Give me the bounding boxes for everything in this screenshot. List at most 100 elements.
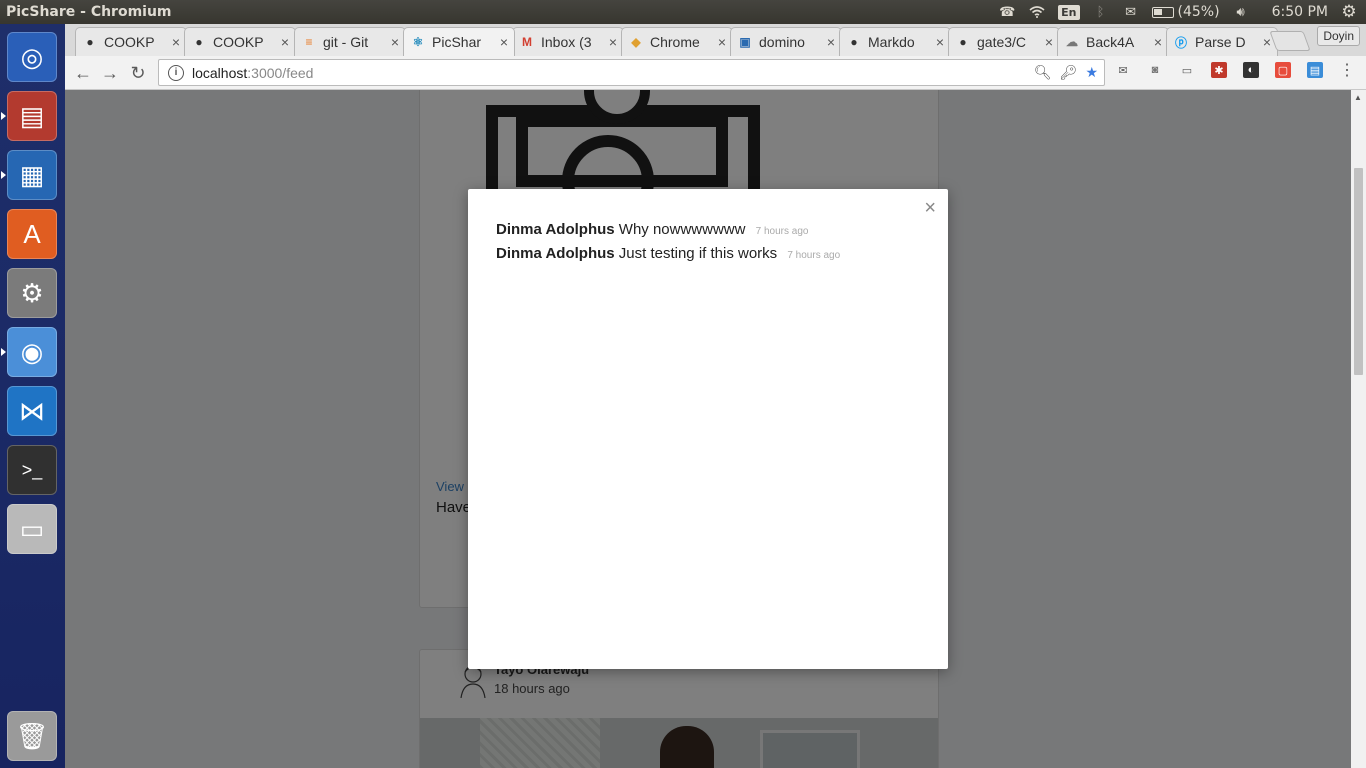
battery-icon <box>1151 6 1174 18</box>
mail-icon[interactable]: ✉ <box>1122 4 1140 20</box>
close-icon[interactable]: × <box>924 198 936 218</box>
window-title: PicShare - Chromium <box>6 4 172 20</box>
tab-8[interactable]: ● Markdo × <box>839 27 951 56</box>
close-icon[interactable]: × <box>936 34 944 50</box>
tab-5[interactable]: M Inbox (3 × <box>512 27 624 56</box>
scrollbar-thumb[interactable] <box>1354 168 1363 375</box>
extension-red-icon[interactable]: ✱ <box>1211 62 1227 78</box>
tab-2[interactable]: ● COOKP × <box>184 27 296 56</box>
new-tab-button[interactable] <box>1269 31 1311 51</box>
system-gear-icon[interactable]: ⚙ <box>1340 2 1358 22</box>
tab-label: Chrome <box>650 34 700 50</box>
top-panel: PicShare - Chromium ☎ En ᛒ ✉ (45%) 🔊︎ 6:… <box>0 0 1366 24</box>
key-icon[interactable]: 🔑︎ <box>1060 64 1078 81</box>
battery-indicator[interactable]: (45%) <box>1151 4 1220 20</box>
github-icon: ● <box>86 35 94 49</box>
writer-icon[interactable]: ▦ <box>7 150 57 200</box>
close-icon[interactable]: × <box>281 34 289 50</box>
comment-author[interactable]: Dinma Adolphus <box>496 221 615 238</box>
disk-icon[interactable]: ▭ <box>7 504 57 554</box>
comment-item: Dinma Adolphus Just testing if this work… <box>496 243 840 267</box>
extension-mail-icon[interactable]: ✉ <box>1115 62 1131 78</box>
bookmark-star-icon[interactable]: ★ <box>1085 64 1098 81</box>
reload-icon[interactable]: ↻ <box>126 61 150 85</box>
tab-label: Parse D <box>1195 34 1246 50</box>
browser-toolbar: ← → ↻ i localhost:3000/feed 🔍︎ 🔑︎ ★ ✉ ◙ … <box>65 56 1366 90</box>
system-settings-icon[interactable]: ⚙ <box>7 268 57 318</box>
trash-icon[interactable]: 🗑︎ <box>7 711 57 761</box>
close-icon[interactable]: × <box>718 34 726 50</box>
comment-item: Dinma Adolphus Why nowwwwwww 7 hours ago <box>496 219 840 243</box>
tab-3[interactable]: ≡ git - Git × <box>294 27 406 56</box>
url-host: localhost <box>192 64 248 81</box>
forward-arrow-icon[interactable]: → <box>98 61 122 85</box>
tab-4[interactable]: ⚛ PicShar × <box>403 27 515 56</box>
profile-button[interactable]: Doyin <box>1317 26 1360 46</box>
back-arrow-icon[interactable]: ← <box>71 61 95 85</box>
page-viewport: View Have Tayo Olarewaju 18 hours ago ▲ … <box>65 90 1366 768</box>
close-icon[interactable]: × <box>500 34 508 50</box>
close-icon[interactable]: × <box>827 34 835 50</box>
address-bar[interactable]: i localhost:3000/feed 🔍︎ 🔑︎ ★ <box>158 59 1105 86</box>
volume-icon[interactable]: 🔊︎ <box>1232 4 1250 20</box>
menu-icon[interactable]: ⋮ <box>1339 62 1355 79</box>
tab-label: domino <box>759 34 805 50</box>
tab-11[interactable]: ⓟ Parse D × <box>1166 27 1278 56</box>
scroll-up-arrow-icon[interactable]: ▲ <box>1354 93 1362 102</box>
system-tray: ☎ En ᛒ ✉ (45%) 🔊︎ 6:50 PM ⚙ <box>998 0 1366 24</box>
comment-author[interactable]: Dinma Adolphus <box>496 245 615 262</box>
close-icon[interactable]: × <box>1263 34 1271 50</box>
github-icon: ● <box>959 35 967 49</box>
keyboard-layout-indicator[interactable]: En <box>1058 4 1080 20</box>
tab-label: Back4A <box>1086 34 1135 50</box>
extensions-bar: ✉ ◙ ▭ ✱ ◐ ▢ ▤ ⋮ <box>1115 62 1355 79</box>
close-icon[interactable]: × <box>172 34 180 50</box>
tab-label: git - Git <box>323 34 369 50</box>
unity-launcher: ◎ ▤ ▦ A ⚙ ◉ ⋈ >_ ▭ 🗑︎ <box>0 24 65 768</box>
extension-bulb-icon[interactable]: ◐ <box>1243 62 1259 78</box>
tab-1[interactable]: ● COOKP × <box>75 27 187 56</box>
chromium-icon[interactable]: ◉ <box>7 327 57 377</box>
extension-square-icon[interactable]: ▢ <box>1275 62 1291 78</box>
files-icon[interactable]: ▤ <box>7 91 57 141</box>
tab-strip: ● COOKP × ● COOKP × ≡ git - Git × ⚛ PicS… <box>65 24 1366 56</box>
extension-camera-icon[interactable]: ◙ <box>1147 62 1163 78</box>
react-icon: ⚛ <box>412 35 424 49</box>
github-icon: ● <box>850 35 858 49</box>
back4app-icon: ☁ <box>1066 35 1078 49</box>
close-icon[interactable]: × <box>391 34 399 50</box>
comment-text: Why nowwwwwww <box>618 221 746 238</box>
comment-list: Dinma Adolphus Why nowwwwwww 7 hours ago… <box>496 219 840 267</box>
terminal-icon[interactable]: >_ <box>7 445 57 495</box>
ubuntu-dash-icon[interactable]: ◎ <box>7 32 57 82</box>
clock[interactable]: 6:50 PM <box>1272 4 1328 20</box>
tab-label: Markdo <box>868 34 915 50</box>
software-center-icon[interactable]: A <box>7 209 57 259</box>
tab-label: PicShar <box>432 34 482 50</box>
phone-icon[interactable]: ☎ <box>998 4 1016 20</box>
comments-modal: × Dinma Adolphus Why nowwwwwww 7 hours a… <box>468 189 948 669</box>
tab-9[interactable]: ● gate3/C × <box>948 27 1060 56</box>
comment-text: Just testing if this works <box>618 245 778 262</box>
gmail-icon: M <box>522 35 532 49</box>
close-icon[interactable]: × <box>1154 34 1162 50</box>
extension-car-icon[interactable]: ▭ <box>1179 62 1195 78</box>
bluetooth-icon[interactable]: ᛒ <box>1092 4 1110 20</box>
site-icon: ▣ <box>739 35 751 49</box>
tab-label: COOKP <box>104 34 155 50</box>
page-scrollbar[interactable]: ▲ <box>1351 90 1366 768</box>
zoom-icon[interactable]: 🔍︎ <box>1034 64 1052 81</box>
tab-6[interactable]: ◆ Chrome × <box>621 27 733 56</box>
close-icon[interactable]: × <box>1045 34 1053 50</box>
tab-10[interactable]: ☁ Back4A × <box>1057 27 1169 56</box>
url-path: :3000/feed <box>247 64 314 81</box>
info-icon[interactable]: i <box>168 64 184 81</box>
github-icon: ● <box>195 35 203 49</box>
extension-window-icon[interactable]: ▤ <box>1307 62 1323 78</box>
vscode-icon[interactable]: ⋈ <box>7 386 57 436</box>
tab-7[interactable]: ▣ domino × <box>730 27 842 56</box>
parse-icon: ⓟ <box>1174 35 1187 50</box>
close-icon[interactable]: × <box>609 34 617 50</box>
wifi-icon[interactable] <box>1028 4 1046 20</box>
chrome-store-icon: ◆ <box>631 35 641 49</box>
